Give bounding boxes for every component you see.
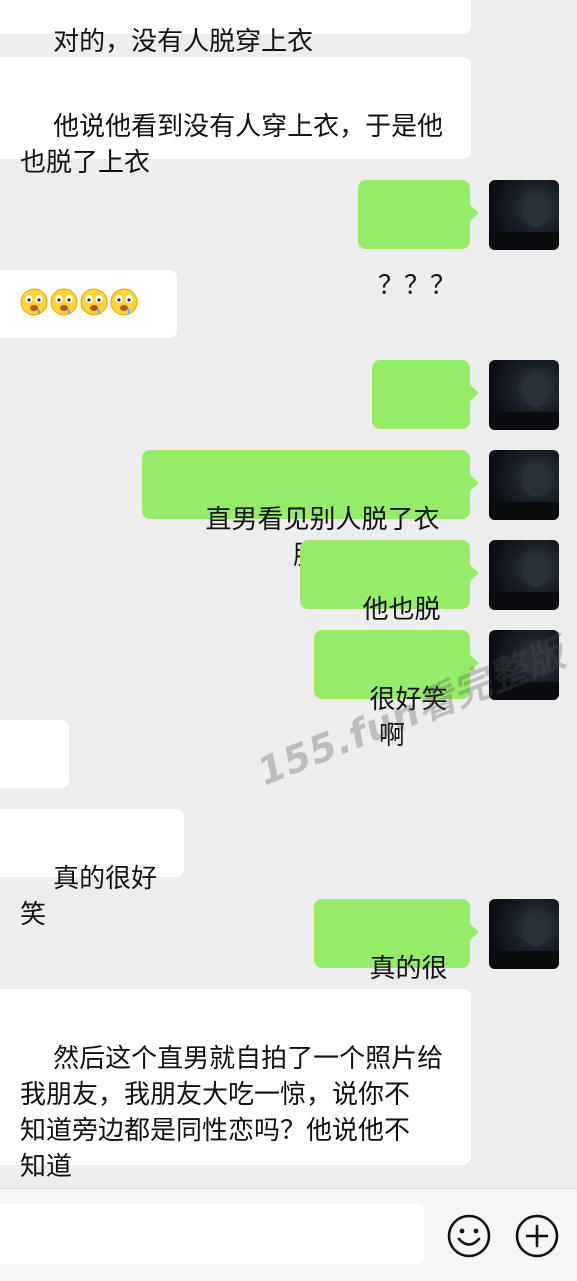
- avatar[interactable]: [489, 450, 559, 520]
- message-input-bar: [0, 1188, 577, 1281]
- message-text: 真的很好笑: [20, 864, 158, 930]
- drooling-face-icon: [110, 288, 138, 316]
- message-bubble-outgoing[interactable]: 他也脱了?: [300, 540, 479, 661]
- drooling-face-icon: [50, 288, 78, 316]
- avatar[interactable]: [489, 360, 559, 430]
- message-bubble-outgoing[interactable]: 直男看见别人脱了衣服: [142, 450, 479, 571]
- message-bubble-incoming[interactable]: 真的很好笑: [0, 809, 184, 930]
- emoji-button[interactable]: [446, 1213, 492, 1259]
- avatar[interactable]: [489, 540, 559, 610]
- more-button[interactable]: [514, 1213, 560, 1259]
- message-text: 他说他看到没有人穿上衣，于是他 也脱了上衣: [20, 112, 444, 178]
- message-bubble-outgoing[interactable]: 笑死: [372, 360, 479, 481]
- message-bubble-incoming[interactable]: 然后这个直男就自拍了一个照片给 我朋友，我朋友大吃一惊，说你不 知道旁边都是同性…: [0, 989, 471, 1182]
- message-input[interactable]: [0, 1204, 424, 1264]
- message-bubble-incoming[interactable]: 对的，没有人脱穿上衣: [0, 0, 471, 57]
- message-text: ？？？: [378, 271, 457, 301]
- message-text: 对的，没有人脱穿上衣: [53, 27, 314, 57]
- message-bubble-incoming[interactable]: [0, 270, 177, 338]
- message-bubble-outgoing[interactable]: ？？？: [358, 180, 479, 301]
- avatar[interactable]: [489, 899, 559, 969]
- drooling-face-icon: [20, 288, 48, 316]
- avatar[interactable]: [489, 180, 559, 250]
- message-bubble-incoming[interactable]: 他说他看到没有人穿上衣，于是他 也脱了上衣: [0, 57, 471, 178]
- chat-history[interactable]: 对的，没有人脱穿上衣 他说他看到没有人穿上衣，于是他 也脱了上衣 ？？？ 笑死 …: [0, 0, 577, 1188]
- message-text: 然后这个直男就自拍了一个照片给 我朋友，我朋友大吃一惊，说你不 知道旁边都是同性…: [20, 1044, 444, 1182]
- smiley-icon: [447, 1214, 491, 1258]
- plus-circle-icon: [515, 1214, 559, 1258]
- message-bubble-outgoing[interactable]: 真的很惨: [314, 899, 479, 1020]
- drooling-face-icon: [80, 288, 108, 316]
- message-bubble-incoming[interactable]: 对: [0, 720, 69, 841]
